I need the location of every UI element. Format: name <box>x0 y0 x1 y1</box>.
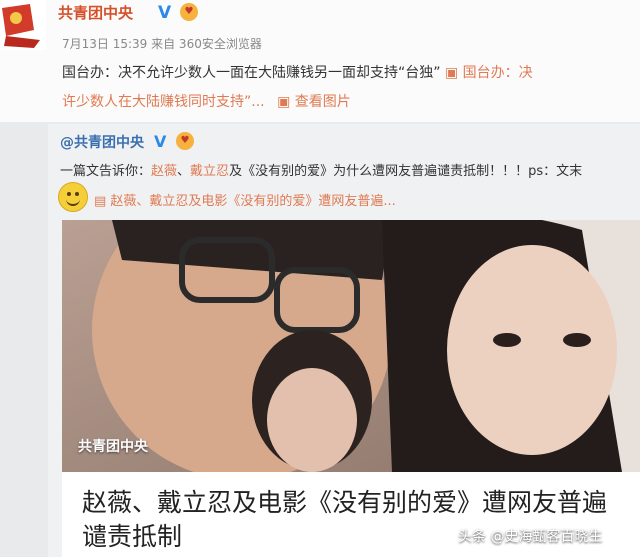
reposted-content: @共青团中央 V ♥ 一篇文告诉你：赵薇、戴立忍及《没有别的爱》为什么遭网友普遍… <box>48 124 640 557</box>
post-text-line1: 国台办：决不允许少数人一面在大陆赚钱另一面却支持“台独” ▣ 国台办：决 <box>62 62 533 82</box>
image-icon: ▣ <box>277 94 291 110</box>
source-watermark: 头条 @史海甄客百晓生 <box>458 529 603 545</box>
fan-badge-icon: ♥ <box>180 3 198 21</box>
photo-watermark: 共青团中央 <box>78 439 148 455</box>
link-icon: ▤ <box>94 194 111 209</box>
post-meta: 7月13日 15:39 来自 360安全浏览器 <box>62 37 262 51</box>
post-text-link[interactable]: 国台办：决 <box>463 65 533 81</box>
repost-sep: 、 <box>177 164 191 179</box>
post-text: 国台办：决不允许少数人一面在大陆赚钱另一面却支持“台独” <box>62 65 441 81</box>
author-name[interactable]: 共青团中央 <box>58 2 133 23</box>
image-icon: ▣ <box>444 65 459 81</box>
view-images-label: 查看图片 <box>294 94 351 110</box>
photo-illustration <box>62 220 640 472</box>
view-images-link[interactable]: ▣ 查看图片 <box>277 94 351 110</box>
avatar[interactable] <box>0 0 46 50</box>
verified-icon: V <box>154 132 167 151</box>
weibo-post: 共青团中央 V ♥ 7月13日 15:39 来自 360安全浏览器 国台办：决不… <box>0 0 640 122</box>
party-flag-icon <box>0 0 46 50</box>
fan-badge-icon: ♥ <box>176 132 194 150</box>
article-link[interactable]: ▤ 赵薇、戴立忍及电影《没有别的爱》遭网友普遍... <box>94 190 396 209</box>
smiley-icon <box>58 182 88 212</box>
repost-name-link[interactable]: 戴立忍 <box>190 164 229 179</box>
post-text-line2: 许少数人在大陆赚钱同时支持”... ▣ 查看图片 <box>62 91 351 111</box>
repost-text-rest: 及《没有别的爱》为什么遭网友普遍谴责抵制！！！ps：文末 <box>229 164 583 179</box>
repost-text-prefix: 一篇文告诉你： <box>60 164 152 179</box>
verified-icon: V <box>158 3 172 23</box>
article-link-label: 赵薇、戴立忍及电影《没有别的爱》遭网友普遍... <box>110 194 396 209</box>
repost-name-link[interactable]: 赵薇 <box>151 164 177 179</box>
article-photo[interactable]: 共青团中央 <box>62 220 640 472</box>
post-text-link-cont[interactable]: 许少数人在大陆赚钱同时支持”... <box>62 94 265 110</box>
repost-author[interactable]: @共青团中央 <box>60 132 144 152</box>
repost-text: 一篇文告诉你：赵薇、戴立忍及《没有别的爱》为什么遭网友普遍谴责抵制！！！ps：文… <box>60 160 582 179</box>
